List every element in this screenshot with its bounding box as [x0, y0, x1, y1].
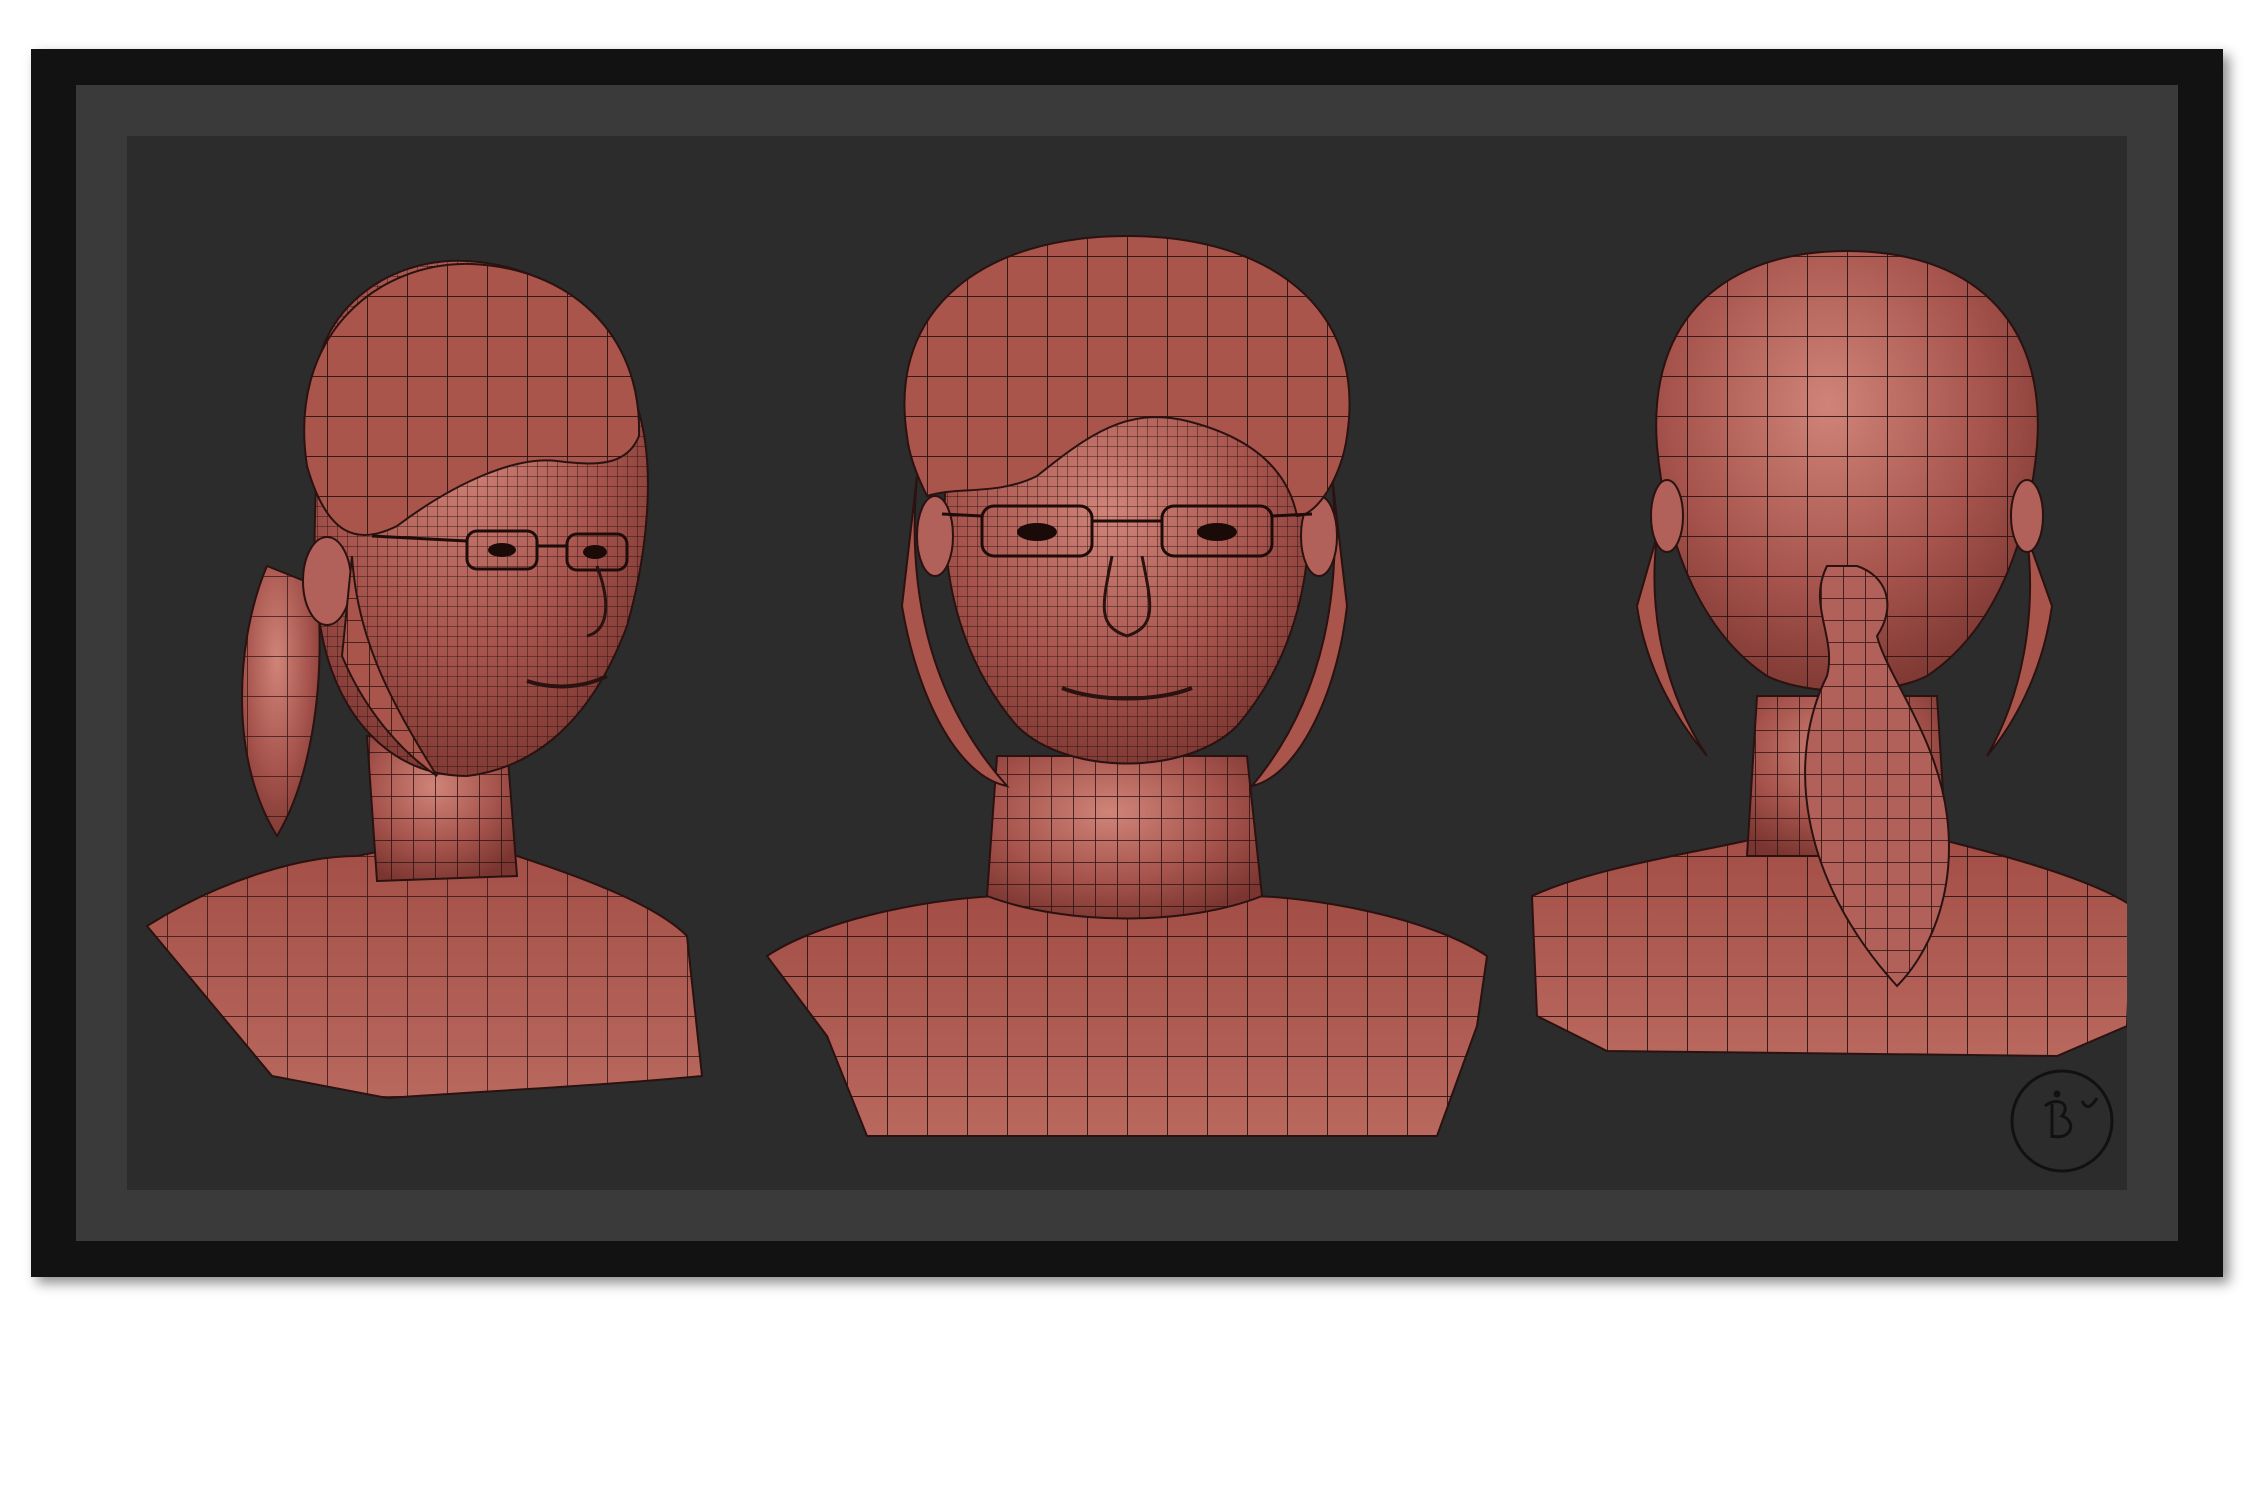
front-view — [765, 234, 1489, 1137]
back-ear-right — [2010, 479, 2044, 553]
back-ear-left — [1650, 479, 1684, 553]
front-eye-right — [1197, 523, 1237, 541]
three-quarter-eye-left — [488, 543, 516, 557]
picture-frame — [31, 49, 2223, 1277]
front-ear-left — [916, 495, 954, 577]
three-quarter-view — [145, 259, 704, 1100]
frame-mat — [76, 85, 2178, 1241]
three-quarter-ear — [302, 536, 352, 626]
render-canvas — [127, 136, 2127, 1190]
front-eye-left — [1017, 523, 1057, 541]
render-svg — [145, 234, 2127, 1173]
three-quarter-eye-right — [583, 545, 607, 559]
signature-logo-icon — [2010, 1069, 2114, 1173]
back-view — [1530, 249, 2127, 1058]
